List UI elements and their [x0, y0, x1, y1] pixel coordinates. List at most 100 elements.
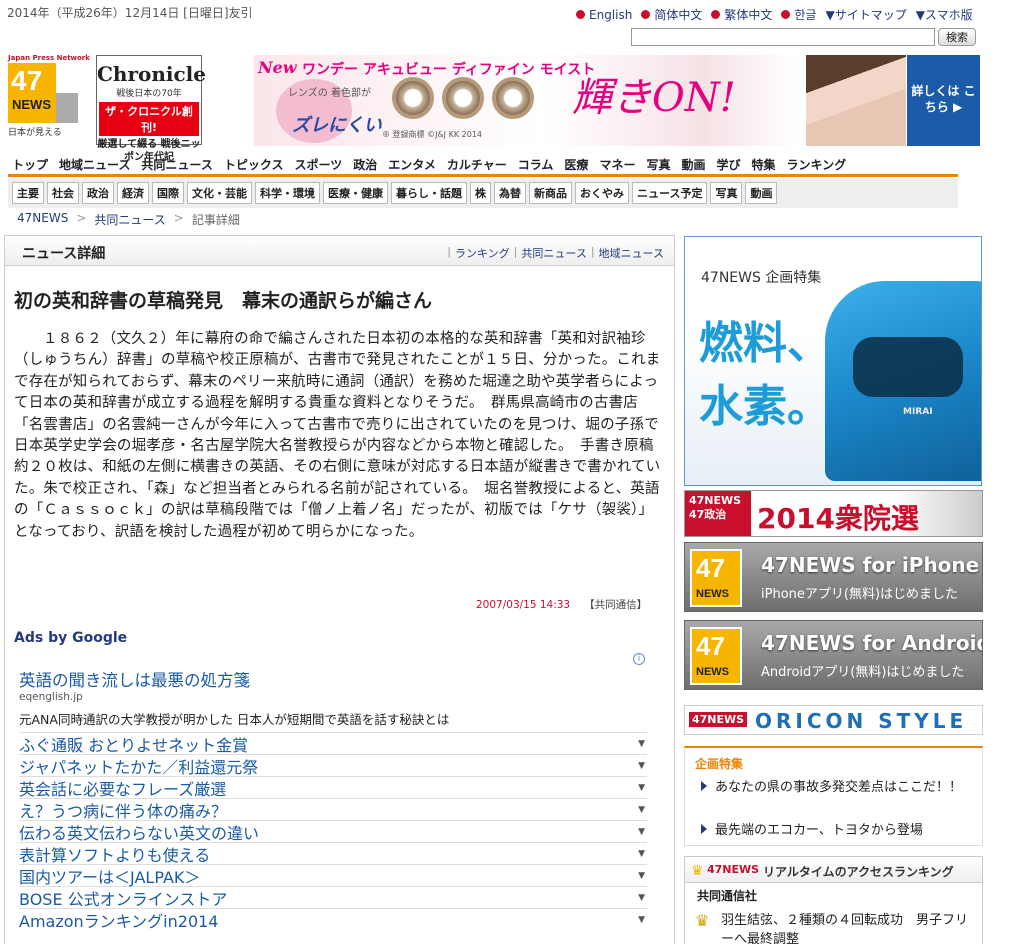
breadcrumb-home[interactable]: 47NEWS: [17, 211, 68, 228]
banner-slogan: 輝きON!: [572, 75, 736, 121]
sitemap-link[interactable]: ▼サイトマップ: [825, 6, 906, 23]
ads-label[interactable]: Ads by Google: [14, 630, 127, 646]
main-nav-item[interactable]: 写真: [646, 156, 670, 173]
sub-nav-item[interactable]: 文化・芸能: [187, 182, 252, 204]
oricon-tag: 47NEWS: [689, 712, 748, 727]
sub-nav-item[interactable]: ニュース予定: [632, 182, 708, 204]
main-nav-item[interactable]: 動画: [681, 156, 705, 173]
main-nav-item[interactable]: 特集: [752, 156, 776, 173]
ad-list-item[interactable]: BOSE 公式オンラインストア ▼: [19, 886, 647, 909]
ad-list-item[interactable]: 英会話に必要なフレーズ厳選 ▼: [19, 776, 647, 799]
logo-news: NEWS: [12, 97, 51, 112]
ranking-item-1[interactable]: ♛ 羽生結弦、２種類の４回転成功 男子フリーへ最終調整: [695, 911, 975, 944]
sub-nav-item[interactable]: 暮らし・話題: [391, 182, 467, 204]
breadcrumb-kyodo[interactable]: 共同ニュース: [94, 211, 165, 228]
chronicle-sub: 戦後日本の70年: [116, 89, 182, 99]
lang-korean-link[interactable]: 한글: [781, 6, 816, 23]
sub-nav-item[interactable]: 為替: [494, 182, 526, 204]
iphone-app-banner[interactable]: 47 NEWS 47NEWS for iPhone iPhoneアプリ(無料)はじ…: [684, 542, 983, 612]
main-nav-item[interactable]: トピックス: [224, 156, 284, 173]
lens-image: [492, 77, 534, 119]
ranking-box: ♛ 47NEWS リアルタイムのアクセスランキング 共同通信社 ♛ 羽生結弦、２種…: [684, 856, 983, 944]
sub-nav-item[interactable]: 経済: [117, 182, 149, 204]
promo-feature-banner[interactable]: 47NEWS 企画特集 MIRAI 燃料、 水素。: [684, 236, 982, 486]
app-icon: 47 NEWS: [690, 627, 742, 685]
info-icon[interactable]: i: [633, 653, 645, 665]
app-icon: 47 NEWS: [690, 549, 742, 607]
ad-list-item[interactable]: Amazonランキングin2014 ▼: [19, 908, 647, 931]
section-link-ranking[interactable]: ランキング: [455, 245, 510, 261]
main-nav-item[interactable]: カルチャー: [447, 156, 507, 173]
sub-nav-item[interactable]: 新商品: [529, 182, 572, 204]
android-app-banner[interactable]: 47 NEWS 47NEWS for Android Androidアプリ(無料)…: [684, 620, 983, 690]
android-sub: Androidアプリ(無料)はじめました: [761, 665, 965, 680]
ranking-sub: 共同通信社: [697, 889, 758, 903]
section-link-local[interactable]: 地域ニュース: [599, 245, 664, 261]
ad-title-link[interactable]: 英語の聞き流しは最悪の処方箋: [19, 667, 250, 691]
sub-nav-item[interactable]: 動画: [745, 182, 778, 204]
chronicle-banner[interactable]: Chronicle 戦後日本の70年 ザ・クロニクル創刊! 厳選して綴る 戦後ニ…: [96, 55, 206, 163]
feature-item[interactable]: 最先端のエコカー、トヨタから登場: [701, 821, 971, 841]
chevron-down-icon: ▼: [638, 826, 645, 837]
lang-simplified-link[interactable]: 简体中文: [641, 6, 702, 23]
feature-item[interactable]: あなたの県の事故多発交差点はここだ！！: [701, 778, 971, 798]
main-nav-item[interactable]: トップ: [12, 156, 48, 173]
banner-caption: レンズの 着色部が: [288, 88, 371, 99]
lang-english-link[interactable]: English: [576, 6, 632, 23]
ad-list-item[interactable]: 表計算ソフトよりも使える ▼: [19, 842, 647, 865]
main-nav-item[interactable]: スポーツ: [294, 156, 342, 173]
main-nav-item[interactable]: 学び: [716, 156, 740, 173]
sub-nav-item[interactable]: おくやみ: [575, 182, 629, 204]
oricon-banner[interactable]: 47NEWS ORICON STYLE: [684, 705, 983, 735]
ad-list-item[interactable]: ジャパネットたかた／利益還元祭 ▼: [19, 754, 647, 777]
main-nav-item[interactable]: エンタメ: [388, 156, 436, 173]
sub-nav-item[interactable]: 政治: [82, 182, 114, 204]
main-nav-item[interactable]: ランキング: [787, 156, 847, 173]
search-input[interactable]: [631, 28, 935, 46]
sub-nav-item[interactable]: 医療・健康: [323, 182, 388, 204]
ad-list-item[interactable]: ふぐ通販 おとりよせネット金賞 ▼: [19, 732, 647, 755]
chevron-down-icon: ▼: [638, 782, 645, 793]
sub-nav-item[interactable]: 科学・環境: [255, 182, 320, 204]
main-nav-item[interactable]: マネー: [599, 156, 635, 173]
feature-title: 企画特集: [695, 757, 744, 771]
chevron-down-icon: ▼: [638, 892, 645, 903]
sub-nav-item[interactable]: 国際: [152, 182, 184, 204]
ad-url: eqenglish.jp: [19, 691, 83, 703]
article-date: 2007/03/15 14:33: [476, 599, 571, 611]
sub-nav-item[interactable]: 株: [470, 182, 491, 204]
banner-more-button[interactable]: 詳しくは こちら ▶: [907, 55, 980, 146]
feature-box: 企画特集 あなたの県の事故多発交差点はここだ！！ 最先端のエコカー、トヨタから登…: [684, 746, 983, 846]
dot-icon: [781, 10, 791, 19]
ad-list-item[interactable]: 伝わる英文伝わらない英文の違い ▼: [19, 820, 647, 843]
ranking-tag: 47NEWS: [707, 863, 760, 876]
iphone-sub: iPhoneアプリ(無料)はじめました: [761, 587, 959, 602]
chronicle-title: Chronicle: [97, 62, 206, 86]
main-nav-item[interactable]: 政治: [353, 156, 377, 173]
ad-banner[interactable]: New ワンデー アキュビュー ディファイン モイスト レンズの 着色部が ズレ…: [254, 55, 980, 146]
lang-traditional-link[interactable]: 繁体中文: [711, 6, 772, 23]
section-link-kyodo[interactable]: 共同ニュース: [521, 245, 586, 261]
main-nav-item[interactable]: 地域ニュース: [59, 156, 130, 173]
main-nav-item[interactable]: 医療: [564, 156, 588, 173]
sub-nav-item[interactable]: 写真: [710, 182, 743, 204]
main-column: ニュース詳細 | ランキング | 共同ニュース | 地域ニュース 初の英和辞書の草稿発…: [4, 235, 675, 944]
iphone-title: 47NEWS for iPhone: [761, 553, 980, 577]
sub-nav-item[interactable]: 社会: [47, 182, 79, 204]
ad-list-item[interactable]: 国内ツアーは＜JALPAK＞ ▼: [19, 864, 647, 887]
smartphone-link[interactable]: ▼スマホ版: [916, 6, 973, 23]
crown-icon: ♛: [691, 863, 704, 879]
chevron-down-icon: ▼: [638, 914, 645, 925]
breadcrumb-current: 記事詳細: [191, 213, 240, 227]
election-banner[interactable]: 47NEWS 47政治 2014衆院選: [684, 490, 983, 537]
main-nav-item[interactable]: 共同ニュース: [141, 156, 212, 173]
chevron-down-icon: ▼: [638, 848, 645, 859]
sub-nav-item[interactable]: 主要: [12, 182, 44, 204]
main-nav-item[interactable]: コラム: [518, 156, 554, 173]
ranking-title: リアルタイムのアクセスランキング: [763, 865, 954, 879]
site-logo[interactable]: Japan Press Network 47 NEWS 日本が見える: [8, 54, 90, 146]
ad-list-item[interactable]: え？うつ病に伴う体の痛み？ ▼: [19, 798, 647, 821]
banner-brand: ワンデー アキュビュー ディファイン モイスト: [302, 62, 596, 78]
search-button[interactable]: 検索: [938, 28, 976, 46]
chronicle-banner-text: ザ・クロニクル創刊!: [99, 102, 199, 136]
